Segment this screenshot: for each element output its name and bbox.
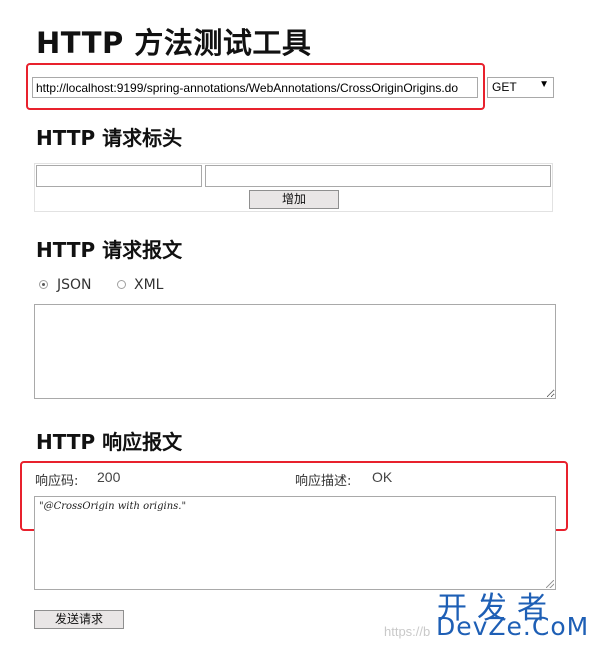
- response-code-value: 200: [97, 469, 121, 485]
- request-body-section-title: HTTP 请求报文: [36, 238, 183, 262]
- xml-radio[interactable]: [117, 280, 126, 289]
- watermark-en: DevZe.CoM: [436, 612, 590, 641]
- request-body-textarea[interactable]: [34, 304, 556, 399]
- chevron-down-icon: ▼: [539, 79, 549, 90]
- header-key-input[interactable]: [36, 165, 202, 187]
- xml-radio-label: XML: [134, 277, 164, 293]
- add-header-button[interactable]: 增加: [249, 190, 339, 209]
- response-body-text: "@CrossOrigin with origins.": [39, 501, 187, 512]
- response-desc-label: 响应描述:: [295, 474, 352, 489]
- watermark-url-text: https://b: [384, 624, 431, 639]
- method-select[interactable]: GET ▼: [487, 77, 554, 98]
- response-body-area[interactable]: "@CrossOrigin with origins.": [34, 496, 556, 590]
- header-value-input[interactable]: [205, 165, 551, 187]
- url-input[interactable]: [32, 77, 478, 98]
- response-section-title: HTTP 响应报文: [36, 430, 183, 454]
- headers-section-title: HTTP 请求标头: [36, 126, 183, 150]
- page-title: HTTP 方法测试工具: [36, 26, 312, 60]
- json-radio[interactable]: [39, 280, 48, 289]
- method-select-value: GET: [492, 80, 517, 94]
- response-desc-value: OK: [372, 469, 393, 485]
- response-code-label: 响应码:: [35, 474, 79, 489]
- http-method-test-page: { "title": "HTTP 方法测试工具", "request": { "…: [0, 0, 593, 649]
- json-radio-label: JSON: [57, 277, 92, 293]
- send-request-button[interactable]: 发送请求: [34, 610, 124, 629]
